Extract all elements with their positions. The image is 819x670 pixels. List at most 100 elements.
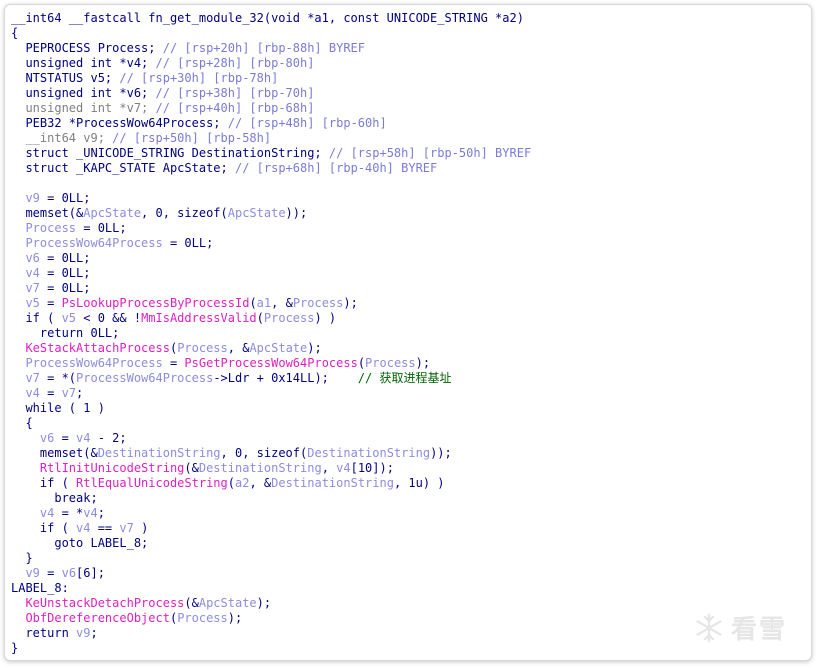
- code-token: return 0LL;: [11, 326, 120, 340]
- code-token: [10]);: [350, 461, 394, 475]
- code-token: Process: [365, 356, 416, 370]
- code-token: v9: [76, 626, 91, 640]
- code-token: =: [162, 356, 185, 370]
- code-token: = 0LL;: [39, 251, 91, 265]
- code-line: v7 = *(ProcessWow64Process->Ldr + 0x14LL…: [11, 371, 531, 386]
- code-token: ApcState: [83, 206, 142, 220]
- code-token: struct _UNICODE_STRING DestinationString…: [11, 146, 329, 160]
- code-token: (: [357, 356, 366, 370]
- code-token: =: [54, 431, 77, 445]
- code-token: v7: [25, 371, 40, 385]
- code-token: ;: [97, 506, 105, 520]
- code-token: [6];: [76, 566, 105, 580]
- code-token: ApcState: [249, 341, 308, 355]
- code-window: __int64 __fastcall fn_get_module_32(void…: [4, 4, 812, 661]
- code-token: goto LABEL_8;: [11, 536, 149, 550]
- code-token: unsigned int *v6;: [11, 86, 156, 100]
- code-token: = 0LL;: [39, 191, 91, 205]
- code-token: KeUnstackDetachProcess: [25, 596, 185, 610]
- snowflake-icon: [696, 613, 722, 642]
- code-token: , &: [271, 296, 293, 310]
- code-token: LABEL_8:: [11, 581, 69, 595]
- code-token: v4: [39, 506, 55, 520]
- code-line: __int64 __fastcall fn_get_module_32(void…: [11, 11, 531, 26]
- code-token: unsigned int *v4;: [11, 56, 156, 70]
- code-line: break;: [11, 491, 531, 506]
- code-line: ObfDereferenceObject(Process);: [11, 611, 531, 626]
- code-token: // [rsp+50h] [rbp-58h]: [112, 131, 272, 145]
- code-line: PEPROCESS Process; // [rsp+20h] [rbp-88h…: [11, 41, 531, 56]
- code-token: MmIsAddressValid: [141, 311, 257, 325]
- code-token: v7: [25, 281, 40, 295]
- code-token: // [rsp+58h] [rbp-50h] BYREF: [328, 146, 532, 160]
- code-token: RtlEqualUnicodeString: [76, 476, 228, 490]
- code-token: ;: [76, 386, 84, 400]
- code-token: (: [256, 311, 264, 325]
- code-line: KeUnstackDetachProcess(&ApcState);: [11, 596, 531, 611]
- code-token: ApcState: [227, 206, 286, 220]
- code-line: ProcessWow64Process = PsGetProcessWow64P…: [11, 356, 531, 371]
- code-token: {: [11, 26, 19, 40]
- code-token: =: [39, 386, 62, 400]
- code-token: = 0LL;: [76, 221, 127, 235]
- code-token: v7: [119, 521, 134, 535]
- code-token: memset(&: [11, 446, 98, 460]
- code-token: - 2;: [90, 431, 127, 445]
- code-token: );: [343, 296, 358, 310]
- code-token: ) ): [314, 311, 337, 325]
- code-line: __int64 v9; // [rsp+50h] [rbp-58h]: [11, 131, 531, 146]
- code-token: ObfDereferenceObject: [25, 611, 170, 625]
- code-token: ProcessWow64Process: [76, 371, 214, 385]
- code-token: return: [11, 626, 77, 640]
- code-token: ->Ldr + 0x14LL);: [213, 371, 358, 385]
- code-line: if ( v4 == v7 ): [11, 521, 531, 536]
- code-token: PsGetProcessWow64Process: [184, 356, 358, 370]
- code-token: v5: [61, 311, 77, 325]
- code-token: v7: [61, 386, 77, 400]
- code-token: // [rsp+40h] [rbp-68h]: [155, 101, 315, 115]
- code-token: ): [133, 521, 149, 535]
- code-token: v5: [25, 296, 40, 310]
- code-line: v6 = v4 - 2;: [11, 431, 531, 446]
- code-line: struct _KAPC_STATE ApcState; // [rsp+68h…: [11, 161, 531, 176]
- code-line: struct _UNICODE_STRING DestinationString…: [11, 146, 531, 161]
- code-token: a1: [256, 296, 272, 310]
- code-token: ApcState: [198, 596, 257, 610]
- code-token: {: [11, 416, 33, 430]
- code-token: unsigned int *v7;: [11, 101, 156, 115]
- code-token: =: [39, 566, 62, 580]
- code-line: v5 = PsLookupProcessByProcessId(a1, &Pro…: [11, 296, 531, 311]
- code-token: (&: [184, 596, 199, 610]
- code-token: = *: [54, 506, 84, 520]
- code-token: KeStackAttachProcess: [25, 341, 170, 355]
- code-token: );: [415, 356, 431, 370]
- code-token: DestinationString: [198, 461, 322, 475]
- code-token: RtlInitUnicodeString: [39, 461, 185, 475]
- code-token: < 0 && !: [76, 311, 142, 325]
- code-token: }: [11, 641, 19, 655]
- code-line: while ( 1 ): [11, 401, 531, 416]
- code-token: );: [307, 341, 322, 355]
- code-token: Process: [177, 611, 228, 625]
- code-token: // [rsp+38h] [rbp-70h]: [155, 86, 315, 100]
- code-token: // [rsp+28h] [rbp-80h]: [155, 56, 315, 70]
- code-token: v4: [25, 386, 40, 400]
- code-line: Process = 0LL;: [11, 221, 531, 236]
- code-line: RtlInitUnicodeString(&DestinationString,…: [11, 461, 531, 476]
- code-line: goto LABEL_8;: [11, 536, 531, 551]
- code-token: (: [227, 476, 235, 490]
- code-token: Process: [177, 341, 228, 355]
- code-token: __int64 __fastcall fn_get_module_32(void…: [11, 11, 524, 25]
- pseudocode-view[interactable]: __int64 __fastcall fn_get_module_32(void…: [11, 11, 531, 656]
- code-token: if (: [11, 521, 77, 535]
- code-token: , 0, sizeof(: [220, 446, 308, 460]
